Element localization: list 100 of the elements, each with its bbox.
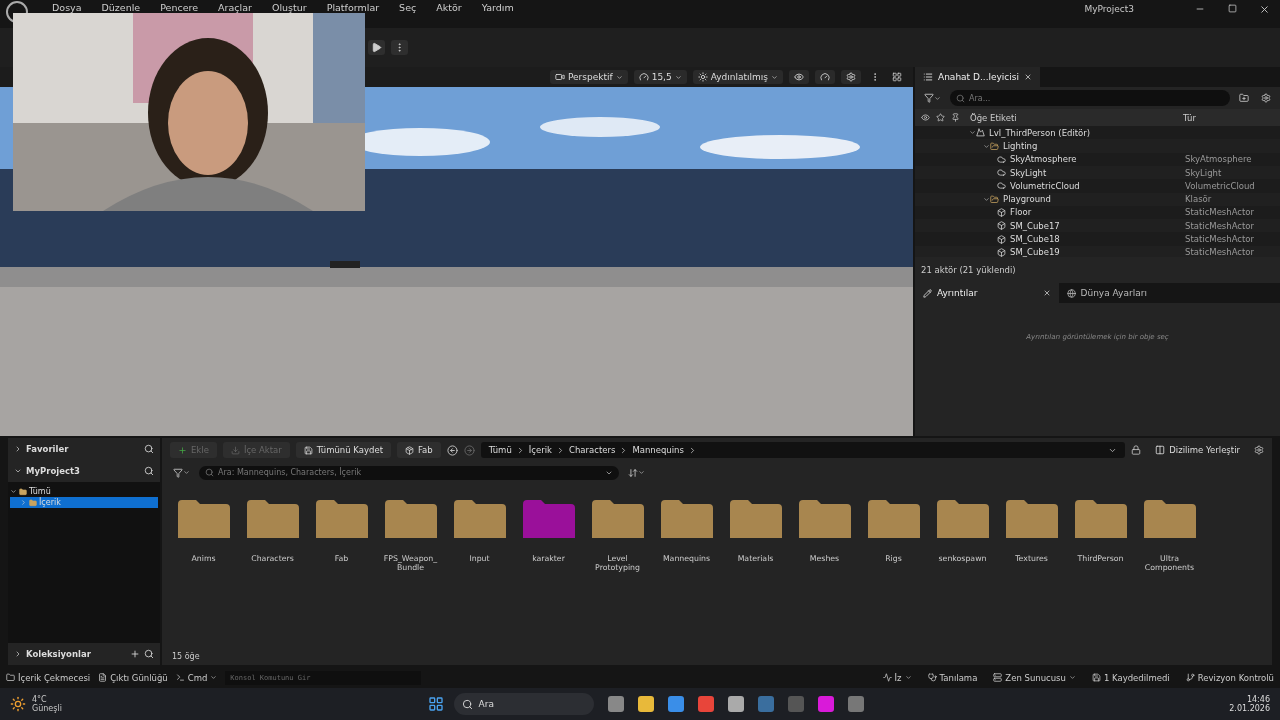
folder-icon[interactable]	[867, 500, 920, 539]
status-button[interactable]: İz	[882, 672, 912, 683]
folder-icon[interactable]	[591, 500, 644, 539]
tree-item[interactable]: Floor	[997, 207, 1032, 218]
folder-icon[interactable]	[1074, 500, 1127, 539]
tree-item[interactable]: SM_Cube18	[997, 234, 1060, 245]
status-button[interactable]: Cmd	[175, 672, 218, 683]
menu-item[interactable]: Platformlar	[316, 1, 390, 13]
settings-button[interactable]	[1254, 445, 1264, 456]
settings-dropdown[interactable]	[841, 70, 861, 85]
folder-icon[interactable]	[384, 500, 437, 539]
tree-item[interactable]: Playground	[990, 194, 1051, 205]
toolbar-button[interactable]: Tümünü Kaydet	[295, 442, 391, 459]
status-button[interactable]: Çıktı Günlüğü	[98, 672, 168, 683]
folder-icon[interactable]	[729, 500, 782, 539]
folder-tree-item[interactable]: Tümü	[10, 486, 158, 498]
app-icon[interactable]	[637, 696, 654, 713]
folder-icon[interactable]	[1143, 500, 1196, 539]
caret-icon	[904, 674, 912, 682]
play-icon	[371, 41, 382, 53]
search-field[interactable]: Ara...	[950, 90, 1230, 107]
more-button[interactable]	[391, 39, 408, 55]
stethoscope-icon	[927, 673, 937, 683]
breadcrumb-item[interactable]: Mannequins	[632, 445, 684, 456]
app-icon[interactable]	[607, 696, 624, 713]
tree-item[interactable]: SM_Cube19	[997, 247, 1060, 258]
app-icon[interactable]	[727, 696, 744, 713]
menu-item[interactable]: Yardım	[471, 1, 524, 13]
folder-icon[interactable]	[1005, 500, 1058, 539]
folder-icon[interactable]	[246, 500, 299, 539]
viewport-dropdown[interactable]: Perspektif	[549, 70, 628, 85]
globe-icon	[1066, 288, 1076, 298]
window-title: MyProject3	[1084, 3, 1134, 14]
taskbar-search[interactable]: Ara	[453, 693, 594, 716]
forward-button[interactable]	[463, 444, 475, 456]
folder-icon[interactable]	[660, 500, 713, 539]
caret-icon	[674, 73, 682, 81]
viewport-dropdown[interactable]: 15,5	[633, 70, 687, 85]
status-button[interactable]: Tanılama	[927, 672, 978, 683]
search-icon	[956, 93, 965, 103]
folder-tree-item[interactable]: İçerik	[10, 497, 158, 509]
status-button[interactable]: İçerik Çekmecesi	[6, 672, 91, 683]
app-icon[interactable]	[847, 696, 864, 713]
search-field[interactable]: Ara: Mannequins, Characters, İçerik	[199, 465, 619, 480]
search-icon	[144, 648, 154, 659]
tree-item[interactable]: Lvl_ThirdPerson (Editör)	[976, 127, 1091, 138]
show-dropdown[interactable]	[789, 70, 809, 85]
tree-item[interactable]: VolumetricCloud	[997, 180, 1080, 191]
toolbar-button[interactable]: Fab	[396, 442, 441, 459]
folder-icon[interactable]	[453, 500, 506, 539]
viewport-dropdown[interactable]: Aydınlatılmış	[692, 70, 783, 85]
search-icon	[205, 468, 214, 478]
type-cell: VolumetricCloud	[1185, 180, 1255, 191]
start-button[interactable]	[427, 696, 444, 713]
close-icon	[1024, 73, 1032, 82]
menu-item[interactable]: Oluştur	[261, 1, 317, 13]
details-tab[interactable]: Ayrıntılar	[915, 283, 1059, 304]
level-icon	[976, 128, 985, 138]
app-icon[interactable]	[817, 696, 834, 713]
filter-icon	[173, 467, 183, 478]
folder-icon	[990, 194, 999, 204]
breadcrumb-item[interactable]: Characters	[569, 445, 616, 456]
tree-item[interactable]: Lighting	[990, 141, 1038, 151]
menu-item[interactable]: Aktör	[426, 1, 472, 13]
status-button[interactable]: 1 Kaydedilmedi	[1091, 672, 1170, 683]
type-cell: SkyLight	[1185, 167, 1222, 178]
breadcrumb-item[interactable]: Tümü	[488, 445, 512, 456]
caret-icon	[934, 94, 941, 102]
tree-item[interactable]: SM_Cube17	[997, 220, 1060, 231]
column-header[interactable]: Öğe Etiketi	[970, 112, 1017, 123]
menu-item[interactable]: Araçlar	[208, 1, 262, 13]
folder-icon[interactable]	[936, 500, 989, 539]
outliner-tab[interactable]: Anahat D...leyicisi	[915, 67, 1040, 88]
menu-item[interactable]: Seç	[389, 1, 427, 13]
folder-icon[interactable]	[177, 500, 230, 539]
app-icon[interactable]	[697, 696, 714, 713]
close-icon	[1258, 4, 1270, 15]
chevron-icon	[556, 445, 565, 455]
tree-item[interactable]: SkyAtmosphere	[997, 154, 1077, 165]
details-tab[interactable]: Dünya Ayarları	[1058, 283, 1155, 304]
gizmo-dropdown[interactable]	[815, 70, 835, 85]
breadcrumb-item[interactable]: İçerik	[528, 445, 552, 456]
menu-item[interactable]: Pencere	[150, 1, 209, 13]
menu-item[interactable]: Dosya	[42, 1, 92, 13]
status-button[interactable]: Revizyon Kontrolü	[1185, 672, 1274, 683]
cube-icon	[997, 208, 1006, 217]
status-button[interactable]: Zen Sunucusu	[993, 672, 1076, 683]
folder-icon[interactable]	[315, 500, 368, 539]
pencil-icon	[923, 288, 932, 298]
temperature: 4°C	[32, 695, 47, 705]
menu-item[interactable]: Düzenle	[91, 1, 151, 13]
dock-button[interactable]: Dizilime Yerleştir	[1147, 442, 1248, 459]
back-button[interactable]	[446, 444, 458, 456]
type-cell: Klasör	[1185, 194, 1212, 205]
folder-icon[interactable]	[798, 500, 851, 539]
app-icon[interactable]	[667, 696, 684, 713]
column-header[interactable]: Tür	[1183, 112, 1196, 123]
download-icon	[230, 445, 240, 455]
play-button[interactable]	[368, 39, 385, 55]
tree-item[interactable]: SkyLight	[997, 167, 1047, 178]
